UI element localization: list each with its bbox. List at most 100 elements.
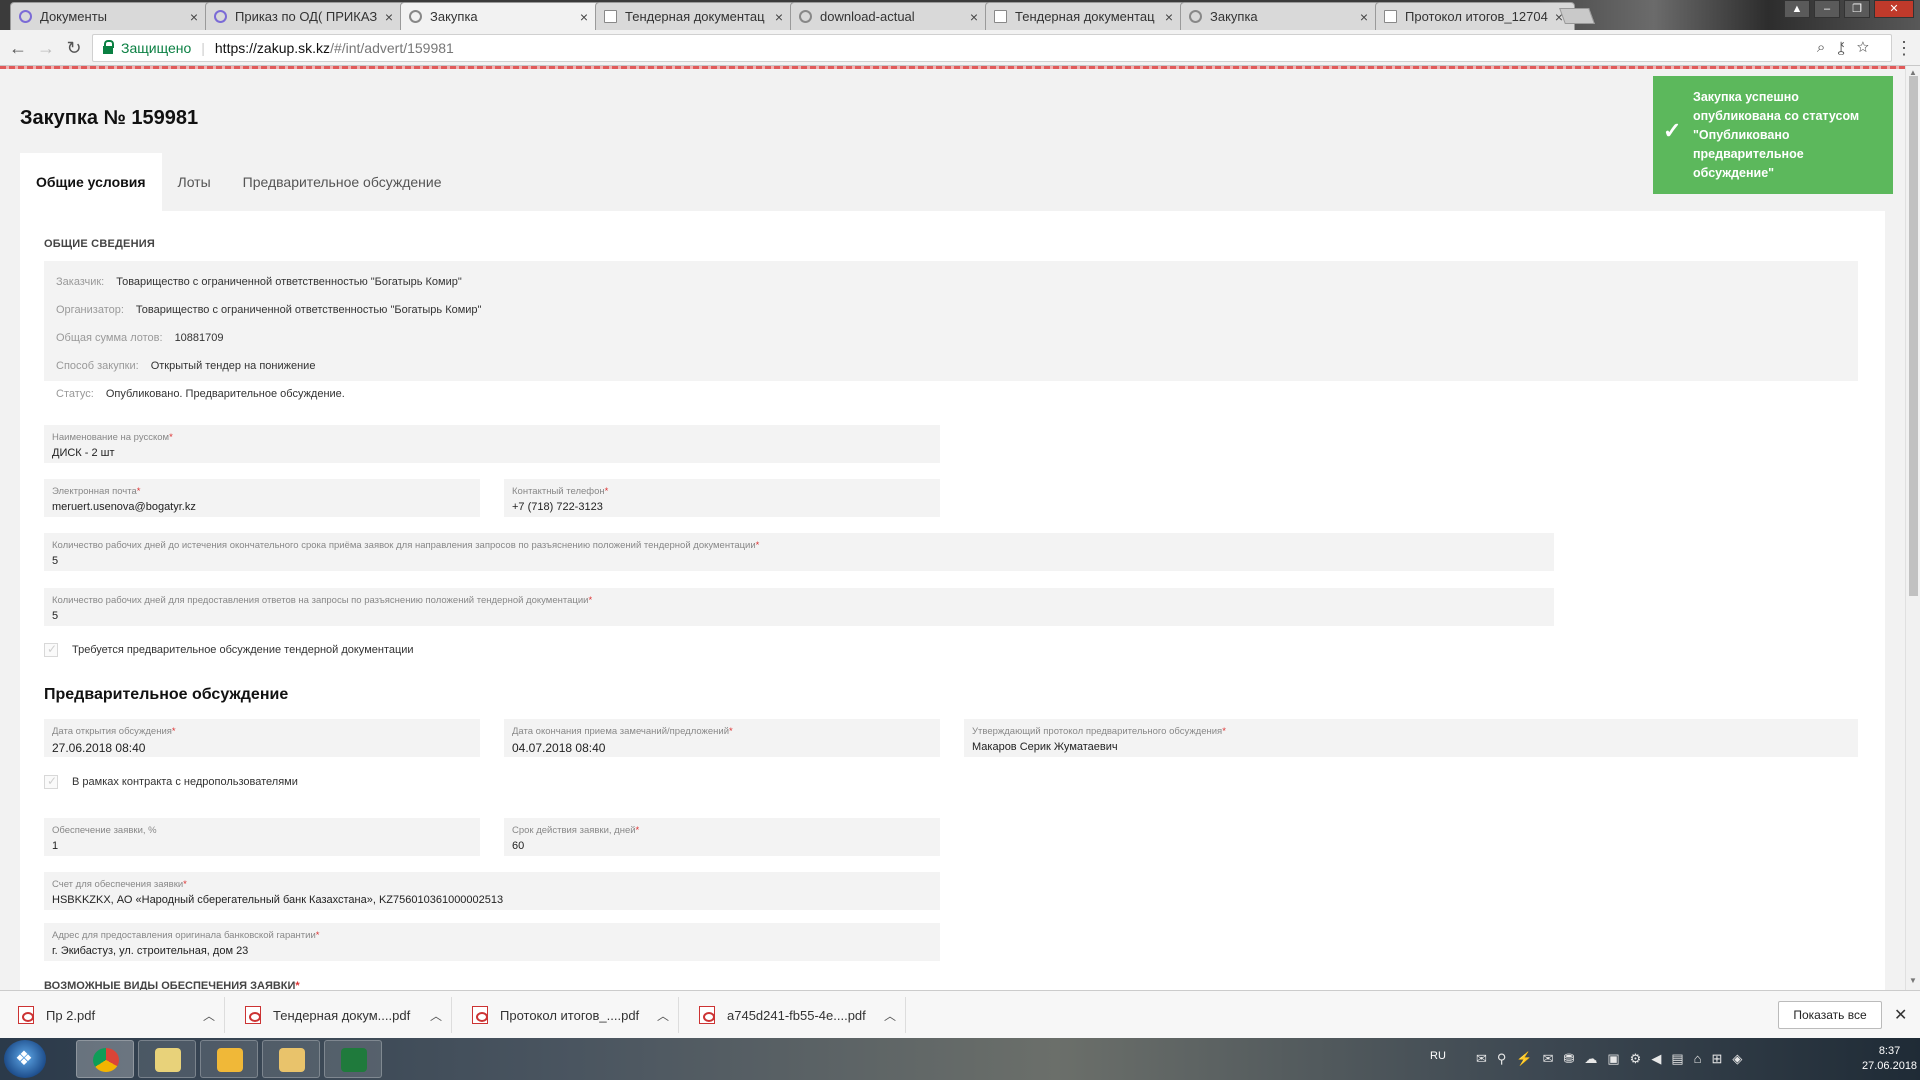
back-icon[interactable]: ←: [6, 36, 30, 60]
url-host: https://zakup.sk.kz: [214, 40, 331, 56]
checkbox-icon[interactable]: [44, 774, 58, 789]
download-item[interactable]: Протокол итогов_....pdf ︿: [454, 997, 679, 1033]
download-item[interactable]: a745d241-fb55-4e....pdf ︿: [681, 997, 906, 1033]
browser-tab[interactable]: Приказ по ОД( ПРИКАЗ ×: [205, 2, 405, 30]
success-toast[interactable]: ✓ Закупка успешно опубликована со статус…: [1653, 76, 1893, 194]
browser-tab[interactable]: download-actual ×: [790, 2, 990, 30]
required-mark: *: [315, 930, 320, 941]
field-value: 5: [52, 610, 59, 622]
forward-icon[interactable]: →: [34, 36, 58, 60]
field-label: Адрес для предоставления оригинала банко…: [52, 930, 319, 941]
zoom-icon[interactable]: ⌕: [1817, 39, 1837, 56]
tab-general[interactable]: Общие условия: [20, 153, 162, 211]
explorer-taskbar-button[interactable]: [262, 1040, 320, 1078]
close-icon[interactable]: ×: [577, 9, 591, 25]
profile-icon[interactable]: ▲: [1784, 0, 1810, 18]
close-icon[interactable]: ×: [1162, 9, 1176, 25]
browser-tab[interactable]: Закупка ×: [1180, 2, 1380, 30]
browser-tab-title: download-actual: [820, 9, 915, 24]
section-general-heading: ОБЩИЕ СВЕДЕНИЯ: [44, 238, 155, 250]
field-label-text: Срок действия заявки, дней: [512, 825, 636, 836]
browser-tab[interactable]: Тендерная документац ×: [595, 2, 795, 30]
toast-message: Закупка успешно опубликована со статусом…: [1693, 90, 1860, 180]
close-icon[interactable]: ×: [967, 9, 981, 25]
info-key: Статус:: [56, 388, 94, 400]
field-discussion-open[interactable]: Дата открытия обсуждения* 27.06.2018 08:…: [44, 719, 480, 757]
page-scrollbar[interactable]: ▲ ▼: [1905, 66, 1920, 990]
tab-prelim-discussion[interactable]: Предварительное обсуждение: [227, 153, 458, 211]
chrome-taskbar-button[interactable]: [76, 1040, 134, 1078]
download-item[interactable]: Тендерная докум....pdf ︿: [227, 997, 452, 1033]
required-mark: *: [136, 486, 141, 497]
info-row-customer: Заказчик: Товарищество с ограниченной от…: [56, 276, 462, 288]
browser-tab-active[interactable]: Закупка ×: [400, 2, 600, 30]
required-mark: *: [171, 726, 176, 737]
notes-taskbar-button[interactable]: [138, 1040, 196, 1078]
reload-icon[interactable]: ↻: [62, 36, 86, 60]
chevron-up-icon[interactable]: ︿: [194, 1007, 224, 1024]
checkbox-subsoil-contract[interactable]: В рамках контракта с недропользователями: [44, 774, 298, 789]
excel-taskbar-button[interactable]: [324, 1040, 382, 1078]
field-label: Дата открытия обсуждения*: [52, 726, 176, 737]
chevron-up-icon[interactable]: ︿: [648, 1007, 678, 1024]
info-row-total: Общая сумма лотов: 10881709: [56, 332, 224, 344]
browser-tab[interactable]: Документы ×: [10, 2, 210, 30]
chevron-up-icon[interactable]: ︿: [875, 1007, 905, 1024]
restore-icon[interactable]: ❐: [1844, 0, 1870, 18]
page-title: Закупка № 159981: [20, 107, 199, 129]
field-days-requests[interactable]: Количество рабочих дней до истечения око…: [44, 533, 1554, 571]
close-icon[interactable]: ×: [382, 9, 396, 25]
system-tray: RU ✉⚲⚡✉⛃☁▣⚙◀▤⌂⊞◈ 8:37 27.06.2018: [1426, 1038, 1920, 1080]
address-bar[interactable]: Защищено | https://zakup.sk.kz/#/int/adv…: [92, 34, 1892, 62]
info-value: Товарищество с ограниченной ответственно…: [116, 276, 462, 288]
field-email[interactable]: Электронная почта* meruert.usenova@bogat…: [44, 479, 480, 517]
field-security-percent[interactable]: Обеспечение заявки, % 1: [44, 818, 480, 856]
start-button[interactable]: [4, 1040, 46, 1078]
browser-tab[interactable]: Тендерная документац ×: [985, 2, 1185, 30]
browser-tab[interactable]: Протокол итогов_12704 ×: [1375, 2, 1575, 30]
show-all-downloads-button[interactable]: Показать все: [1778, 1001, 1882, 1029]
field-phone[interactable]: Контактный телефон* +7 (718) 722-3123: [504, 479, 940, 517]
field-validity-days[interactable]: Срок действия заявки, дней* 60: [504, 818, 940, 856]
checkbox-icon[interactable]: [44, 642, 58, 657]
checkbox-prelim-discussion[interactable]: Требуется предварительное обсуждение тен…: [44, 642, 414, 657]
required-mark: *: [755, 540, 760, 551]
download-item[interactable]: Пр 2.pdf ︿: [0, 997, 225, 1033]
key-icon[interactable]: ⚷: [1837, 39, 1856, 56]
outlook-taskbar-button[interactable]: [200, 1040, 258, 1078]
menu-icon[interactable]: ⋮: [1892, 36, 1916, 60]
tab-lots[interactable]: Лоты: [162, 153, 227, 211]
field-name-ru[interactable]: Наименование на русском* ДИСК - 2 шт: [44, 425, 940, 463]
close-icon[interactable]: ×: [1357, 9, 1371, 25]
section-security-types-heading: ВОЗМОЖНЫЕ ВИДЫ ОБЕСПЕЧЕНИЯ ЗАЯВКИ*: [44, 980, 300, 990]
scroll-thumb[interactable]: [1909, 76, 1918, 596]
field-label: Электронная почта*: [52, 486, 140, 497]
browser-tab-title: Закупка: [1210, 9, 1258, 24]
field-label: Количество рабочих дней для предоставлен…: [52, 595, 592, 606]
window-close-icon[interactable]: ✕: [1874, 0, 1914, 18]
section-prelim-heading: Предварительное обсуждение: [44, 686, 289, 703]
required-mark: *: [729, 726, 733, 737]
close-icon[interactable]: ×: [772, 9, 786, 25]
field-discussion-end[interactable]: Дата окончания приема замечаний/предложе…: [504, 719, 940, 757]
field-value: HSBKKZKX, АО «Народный сберегательный ба…: [52, 894, 504, 906]
close-icon[interactable]: ✕: [1894, 1005, 1907, 1025]
new-tab-button[interactable]: [1559, 8, 1595, 24]
close-icon[interactable]: ×: [187, 9, 201, 25]
field-account[interactable]: Счет для обеспечения заявки* HSBKKZKX, А…: [44, 872, 940, 910]
clock[interactable]: 8:37 27.06.2018: [1862, 1044, 1917, 1074]
field-approver[interactable]: Утверждающий протокол предварительного о…: [964, 719, 1858, 757]
language-indicator[interactable]: RU: [1430, 1050, 1446, 1062]
field-days-answers[interactable]: Количество рабочих дней для предоставлен…: [44, 588, 1554, 626]
chevron-up-icon[interactable]: ︿: [421, 1007, 451, 1024]
tray-icons[interactable]: ✉⚲⚡✉⛃☁▣⚙◀▤⌂⊞◈: [1476, 1051, 1752, 1067]
scroll-down-icon[interactable]: ▼: [1909, 976, 1917, 985]
section-heading-text: ВОЗМОЖНЫЕ ВИДЫ ОБЕСПЕЧЕНИЯ ЗАЯВКИ: [44, 980, 296, 990]
bookmark-star-icon[interactable]: ☆: [1857, 39, 1881, 56]
field-guarantee-address[interactable]: Адрес для предоставления оригинала банко…: [44, 923, 940, 961]
pdf-icon: [18, 1006, 34, 1024]
minimize-icon[interactable]: –: [1814, 0, 1840, 18]
excel-icon: [341, 1048, 367, 1072]
download-shelf: Пр 2.pdf ︿ Тендерная докум....pdf ︿ Прот…: [0, 990, 1920, 1038]
field-label-text: Контактный телефон: [512, 486, 605, 497]
